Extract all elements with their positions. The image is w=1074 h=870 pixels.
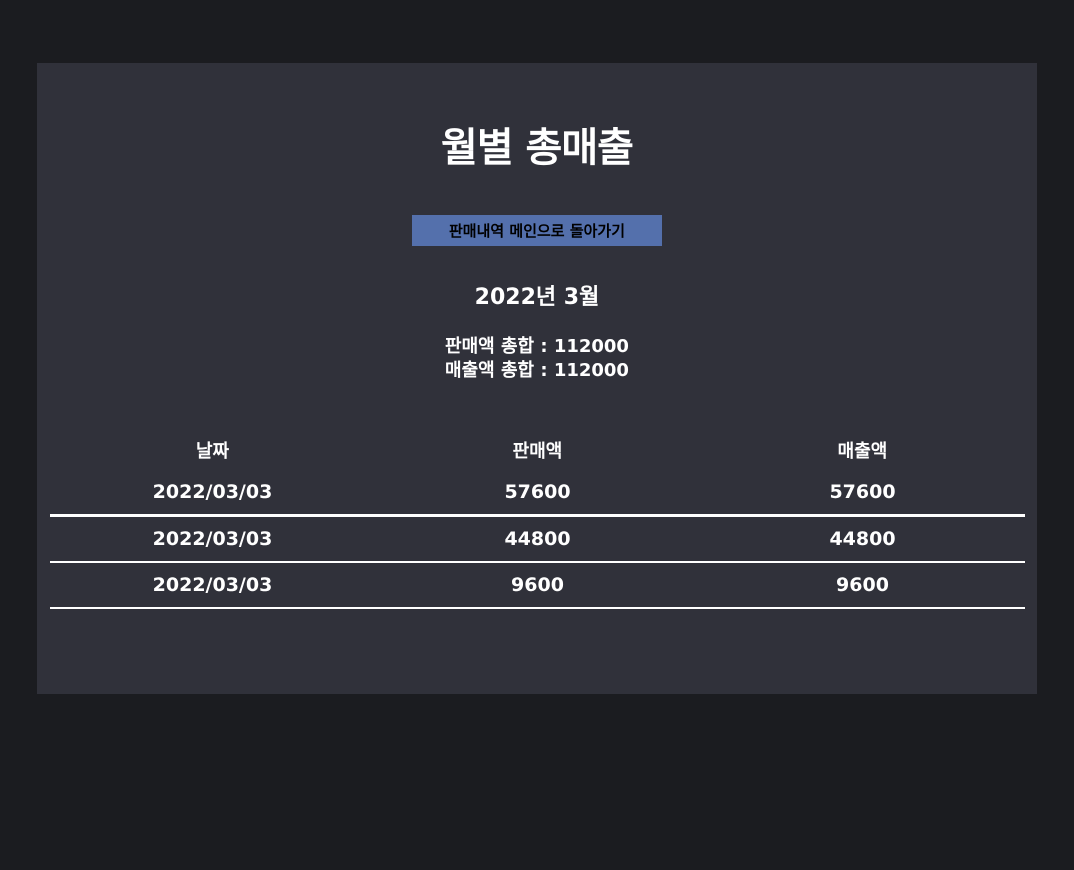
revenue-total-text: 매출액 총합 : 112000 xyxy=(445,360,629,381)
cell-sales: 9600 xyxy=(511,574,564,596)
cell-date: 2022/03/03 xyxy=(152,481,273,503)
cell-revenue: 9600 xyxy=(836,574,889,596)
table-row: 2022/03/03 9600 9600 xyxy=(50,563,1025,607)
column-header-sales: 판매액 xyxy=(512,441,563,462)
cell-date: 2022/03/03 xyxy=(152,574,273,596)
period-heading: 2022년 3월 xyxy=(474,285,600,310)
sales-table: 날짜 판매액 매출액 2022/03/03 57600 57600 2022/0… xyxy=(50,430,1025,609)
back-to-sales-main-button[interactable]: 판매내역 메인으로 돌아가기 xyxy=(412,215,662,246)
sales-total-text: 판매액 총합 : 112000 xyxy=(445,336,629,357)
table-row: 2022/03/03 57600 57600 xyxy=(50,470,1025,514)
cell-sales: 57600 xyxy=(504,481,571,503)
row-divider xyxy=(50,607,1025,609)
column-header-revenue: 매출액 xyxy=(837,441,888,462)
page-title: 월별 총매출 xyxy=(441,125,634,171)
table-header-row: 날짜 판매액 매출액 xyxy=(50,430,1025,470)
table-row: 2022/03/03 44800 44800 xyxy=(50,517,1025,561)
cell-revenue: 57600 xyxy=(829,481,896,503)
cell-sales: 44800 xyxy=(504,528,571,550)
cell-revenue: 44800 xyxy=(829,528,896,550)
column-header-date: 날짜 xyxy=(195,441,230,462)
monthly-sales-panel: 월별 총매출 판매내역 메인으로 돌아가기 2022년 3월 판매액 총합 : … xyxy=(37,63,1037,694)
totals-summary: 판매액 총합 : 112000 매출액 총합 : 112000 xyxy=(37,335,1037,383)
cell-date: 2022/03/03 xyxy=(152,528,273,550)
